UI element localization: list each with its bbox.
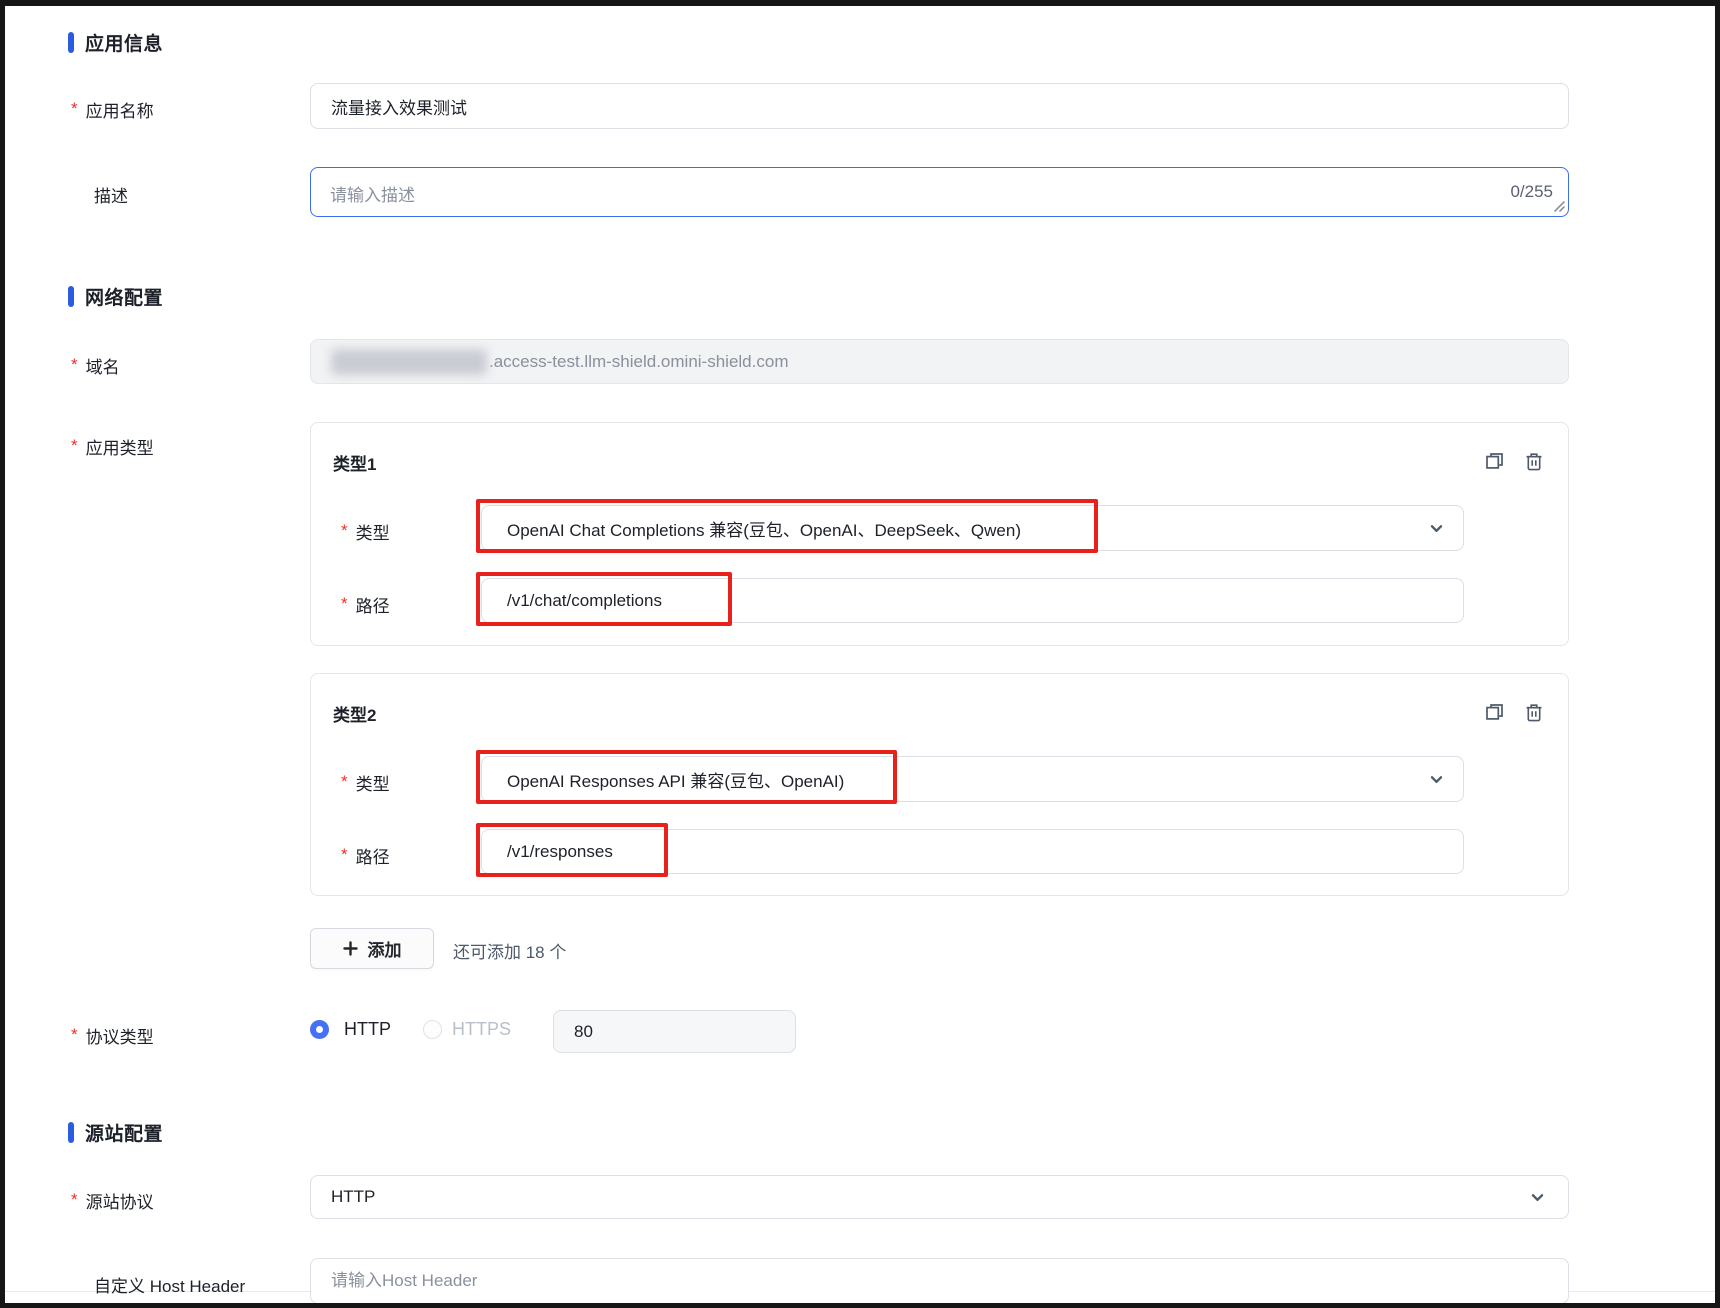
section-header-network: 网络配置	[68, 283, 163, 310]
path-label: * 路径	[341, 592, 390, 617]
protocol-radio-http[interactable]	[310, 1020, 329, 1039]
required-marker: *	[341, 772, 348, 791]
origin-protocol-label: * 源站协议	[71, 1188, 154, 1213]
host-header-label: 自定义 Host Header	[94, 1277, 246, 1296]
type-select[interactable]: OpenAI Chat Completions 兼容(豆包、OpenAI、Dee…	[481, 505, 1464, 551]
type-label: * 类型	[341, 770, 390, 795]
required-marker: *	[341, 521, 348, 540]
path-input[interactable]	[481, 578, 1464, 623]
type-label: * 类型	[341, 519, 390, 544]
delete-icon[interactable]	[1525, 703, 1543, 722]
type-select-value: OpenAI Responses API 兼容(豆包、OpenAI)	[507, 771, 845, 791]
required-marker: *	[71, 1190, 78, 1209]
domain-value: .access-test.llm-shield.omini-shield.com	[489, 351, 789, 371]
plus-icon	[342, 941, 358, 956]
app-type-card-1: 类型1 * 类型 OpenAI Chat Completions 兼容(豆包、O…	[310, 422, 1569, 646]
form-page: 应用信息 * 应用名称 描述 0/255 网络配置 * 域名 .access-t…	[5, 6, 1715, 1303]
section-title: 源站配置	[85, 1124, 164, 1145]
required-marker: *	[341, 845, 348, 864]
add-type-button[interactable]: 添加	[310, 928, 434, 969]
delete-icon[interactable]	[1525, 452, 1543, 471]
resize-handle-icon[interactable]	[1552, 199, 1566, 213]
chevron-down-icon	[1430, 525, 1443, 532]
copy-icon[interactable]	[1485, 452, 1504, 471]
required-marker: *	[71, 436, 78, 455]
add-remaining-hint: 还可添加 18 个	[453, 943, 567, 962]
card-title: 类型2	[333, 706, 377, 725]
required-marker: *	[71, 1025, 78, 1044]
section-header-app-info: 应用信息	[68, 29, 163, 56]
section-title: 应用信息	[85, 34, 164, 55]
type-select-value: OpenAI Chat Completions 兼容(豆包、OpenAI、Dee…	[507, 520, 1021, 540]
section-title: 网络配置	[85, 288, 164, 309]
card-actions	[1485, 703, 1543, 722]
description-textarea[interactable]	[310, 167, 1569, 217]
protocol-radio-http-label[interactable]: HTTP	[344, 1019, 391, 1040]
protocol-type-label: * 协议类型	[71, 1023, 154, 1048]
port-input[interactable]	[553, 1010, 796, 1053]
domain-field: .access-test.llm-shield.omini-shield.com	[310, 339, 1569, 384]
chevron-down-icon	[1430, 776, 1443, 783]
redacted-subdomain-blob	[331, 348, 487, 375]
description-label: 描述	[94, 187, 128, 206]
app-type-card-2: 类型2 * 类型 OpenAI Responses API 兼容(豆包、Open…	[310, 673, 1569, 896]
section-bar	[68, 1122, 74, 1143]
type-select[interactable]: OpenAI Responses API 兼容(豆包、OpenAI)	[481, 756, 1464, 802]
card-actions	[1485, 452, 1543, 471]
char-counter: 0/255	[1510, 182, 1553, 201]
protocol-radio-https-label: HTTPS	[452, 1019, 512, 1039]
card-title: 类型1	[333, 455, 377, 474]
copy-icon[interactable]	[1485, 703, 1504, 722]
description-field-wrap: 0/255	[310, 167, 1569, 217]
host-header-input[interactable]	[310, 1258, 1569, 1303]
origin-protocol-value: HTTP	[331, 1187, 376, 1206]
path-input[interactable]	[481, 829, 1464, 874]
domain-label: * 域名	[71, 353, 120, 378]
section-header-origin: 源站配置	[68, 1119, 163, 1146]
required-marker: *	[71, 355, 78, 374]
app-type-label: * 应用类型	[71, 434, 154, 459]
section-bar	[68, 32, 74, 53]
protocol-radio-https	[423, 1020, 442, 1039]
required-marker: *	[341, 594, 348, 613]
section-bar	[68, 286, 74, 307]
app-name-label: * 应用名称	[71, 97, 154, 122]
origin-protocol-select[interactable]: HTTP	[310, 1175, 1569, 1219]
chevron-down-icon	[1531, 1194, 1544, 1201]
required-marker: *	[71, 99, 78, 118]
path-label: * 路径	[341, 843, 390, 868]
app-name-input[interactable]	[310, 83, 1569, 129]
